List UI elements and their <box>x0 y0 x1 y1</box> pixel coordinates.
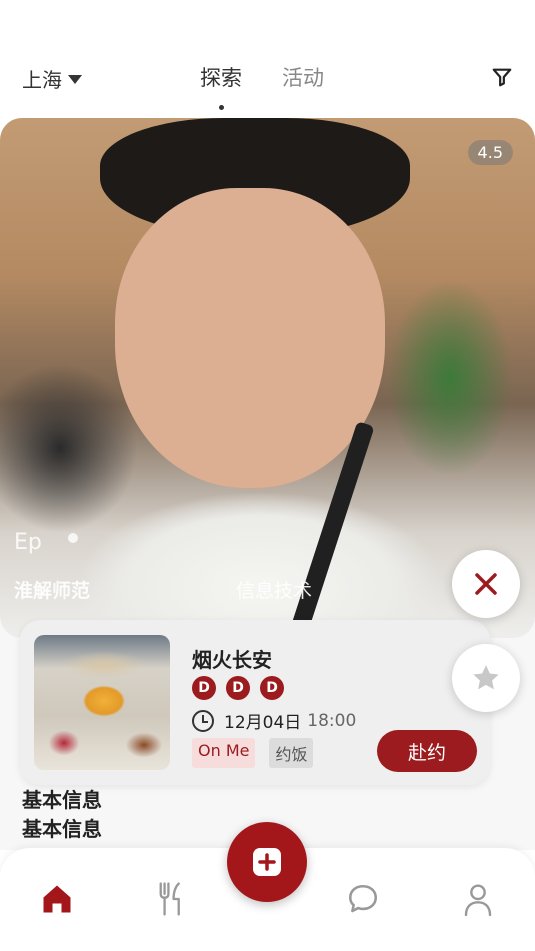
basic-info-heading-secondary: 基本信息 <box>22 817 102 841</box>
event-badge: D <box>192 676 216 700</box>
tab-activities-label: 活动 <box>282 66 324 90</box>
tab-activities[interactable]: 活动 <box>282 62 324 92</box>
add-button[interactable] <box>227 822 307 902</box>
profile-school-overlay: 淮解师范 <box>14 580 91 602</box>
add-icon <box>253 848 281 876</box>
nav-dining[interactable] <box>152 880 190 918</box>
favorite-button[interactable] <box>452 644 520 712</box>
dislike-button[interactable] <box>452 550 520 618</box>
profile-icon <box>464 884 492 917</box>
caret-down-icon <box>68 75 82 84</box>
event-badge: D <box>260 676 284 700</box>
rating-badge: 4.5 <box>467 140 513 165</box>
event-tag-type: 约饭 <box>269 738 314 768</box>
event-title: 烟火长安 <box>192 648 272 672</box>
photo-page-dot <box>68 533 78 543</box>
event-tags: On Me 约饭 <box>192 738 314 768</box>
chat-icon <box>348 884 378 913</box>
tab-explore-label: 探索 <box>200 66 242 90</box>
clock-icon <box>192 709 214 732</box>
city-label: 上海 <box>22 68 62 92</box>
city-selector[interactable]: 上海 <box>22 64 82 93</box>
filter-icon[interactable] <box>491 66 513 88</box>
event-card[interactable]: 烟火长安 D D D 12月04日 18:00 On Me 约饭 赴约 <box>20 620 490 785</box>
close-icon <box>475 573 497 595</box>
photo-face-shape <box>115 188 385 488</box>
profile-name-overlay: Ep <box>14 530 42 555</box>
profile-major-overlay: 信息技术 <box>236 580 313 602</box>
profile-photo-card[interactable]: 4.5 Ep 淮解师范 信息技术 <box>0 118 535 638</box>
event-time: 18:00 <box>307 710 357 731</box>
event-photo <box>34 635 170 770</box>
tab-explore[interactable]: 探索 <box>200 62 242 110</box>
nav-profile[interactable] <box>459 880 497 918</box>
event-time-row: 12月04日 18:00 <box>192 708 356 733</box>
event-badge: D <box>226 676 250 700</box>
top-bar: 上海 探索 活动 <box>0 0 535 118</box>
nav-messages[interactable] <box>344 880 382 918</box>
basic-info-heading: 基本信息 <box>22 788 102 812</box>
event-badges: D D D <box>192 676 284 700</box>
active-tab-indicator <box>219 105 224 110</box>
nav-home[interactable] <box>38 880 76 918</box>
event-tag-payer: On Me <box>192 738 256 768</box>
home-icon <box>43 885 71 913</box>
top-tabs: 探索 活动 <box>200 62 324 110</box>
event-date: 12月04日 <box>224 713 302 733</box>
star-icon <box>473 665 499 690</box>
dining-icon <box>159 882 180 916</box>
join-button[interactable]: 赴约 <box>377 730 477 772</box>
